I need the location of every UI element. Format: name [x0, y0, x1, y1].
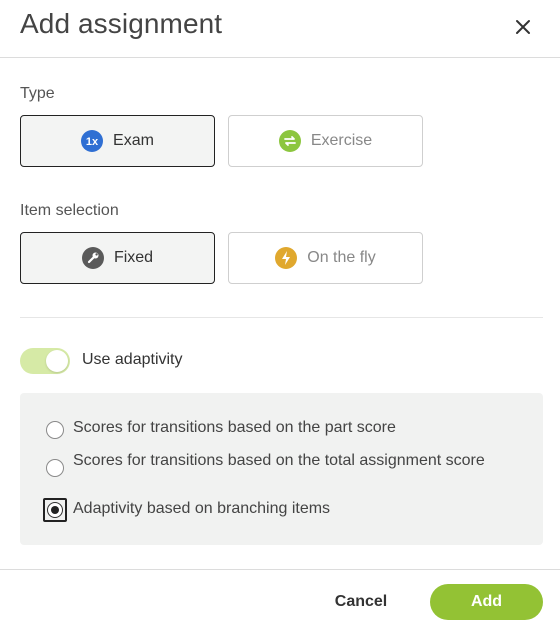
one-x-icon: 1x [81, 130, 104, 152]
radio-button[interactable] [46, 421, 64, 439]
item-selection-option-fixed[interactable]: Fixed [20, 232, 215, 284]
type-option-exercise[interactable]: Exercise [228, 115, 423, 167]
type-option-exam[interactable]: 1x Exam [20, 115, 215, 167]
radio-label: Adaptivity based on branching items [73, 500, 331, 517]
adaptivity-toggle-label: Use adaptivity [82, 351, 183, 368]
radio-button-selected[interactable] [47, 502, 63, 518]
focused-radio-outline[interactable] [43, 498, 67, 522]
close-icon [516, 20, 530, 34]
radio-label: Scores for transitions based on the part… [73, 419, 396, 436]
type-option-label: Exercise [310, 132, 373, 149]
adaptivity-option-part-score[interactable]: Scores for transitions based on the part… [46, 420, 396, 439]
type-option-label: Exam [113, 132, 154, 149]
close-button[interactable] [508, 12, 538, 42]
wrench-icon [81, 247, 104, 269]
item-selection-option-on-the-fly[interactable]: On the fly [228, 232, 423, 284]
dialog-header: Add assignment [0, 0, 560, 58]
svg-text:1x: 1x [86, 136, 99, 148]
adaptivity-options-panel: Scores for transitions based on the part… [20, 393, 543, 545]
adaptivity-option-total-score[interactable]: Scores for transitions based on the tota… [46, 453, 485, 477]
lightning-icon [275, 247, 298, 269]
dialog-title: Add assignment [20, 8, 223, 39]
repeat-icon [278, 130, 301, 152]
cancel-button[interactable]: Cancel [318, 584, 404, 620]
add-button[interactable]: Add [430, 584, 543, 620]
item-selection-option-label: On the fly [307, 249, 376, 266]
item-selection-label: Item selection [20, 202, 119, 219]
item-selection-option-label: Fixed [113, 249, 154, 266]
toggle-knob [46, 350, 68, 372]
adaptivity-option-branching[interactable]: Adaptivity based on branching items [43, 498, 331, 522]
type-label: Type [20, 85, 55, 102]
section-divider [20, 317, 543, 318]
radio-label: Scores for transitions based on the tota… [73, 452, 485, 469]
footer-divider [0, 569, 560, 570]
radio-dot [51, 506, 59, 514]
adaptivity-toggle[interactable] [20, 348, 70, 374]
radio-button[interactable] [46, 459, 64, 477]
